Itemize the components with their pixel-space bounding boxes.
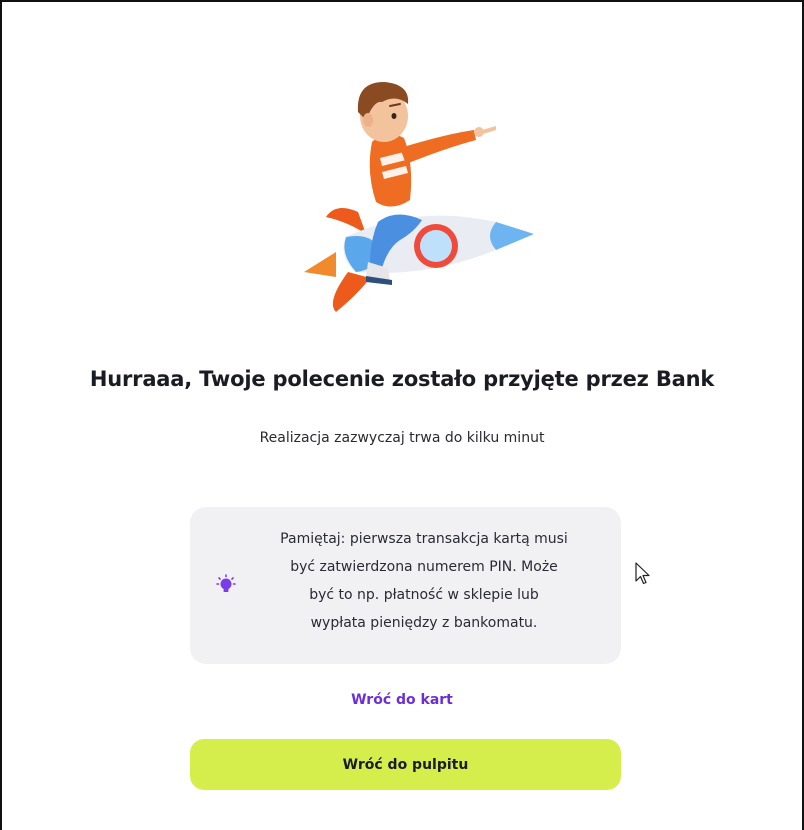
lightbulb-icon <box>216 574 236 592</box>
back-to-cards-link[interactable]: Wróć do kart <box>0 692 804 708</box>
info-line: być to np. płatność w sklepie lub <box>309 587 539 603</box>
page-subtitle: Realizacja zazwyczaj trwa do kilku minut <box>259 430 545 446</box>
info-line: być zatwierdzona numerem PIN. Może <box>290 559 558 575</box>
info-line: wypłata pieniędzy z bankomatu. <box>310 615 538 631</box>
rocket-illustration <box>304 82 534 312</box>
info-text: Pamiętaj: pierwsza transakcja kartą musi… <box>254 525 594 637</box>
back-to-dashboard-button[interactable]: Wróć do pulpitu <box>190 739 621 790</box>
mouse-cursor-icon <box>635 562 650 585</box>
page-title: Hurraaa, Twoje polecenie zostało przyjęt… <box>89 367 715 391</box>
info-box: Pamiętaj: pierwsza transakcja kartą musi… <box>190 507 621 664</box>
info-line: Pamiętaj: pierwsza transakcja kartą musi <box>280 531 568 547</box>
